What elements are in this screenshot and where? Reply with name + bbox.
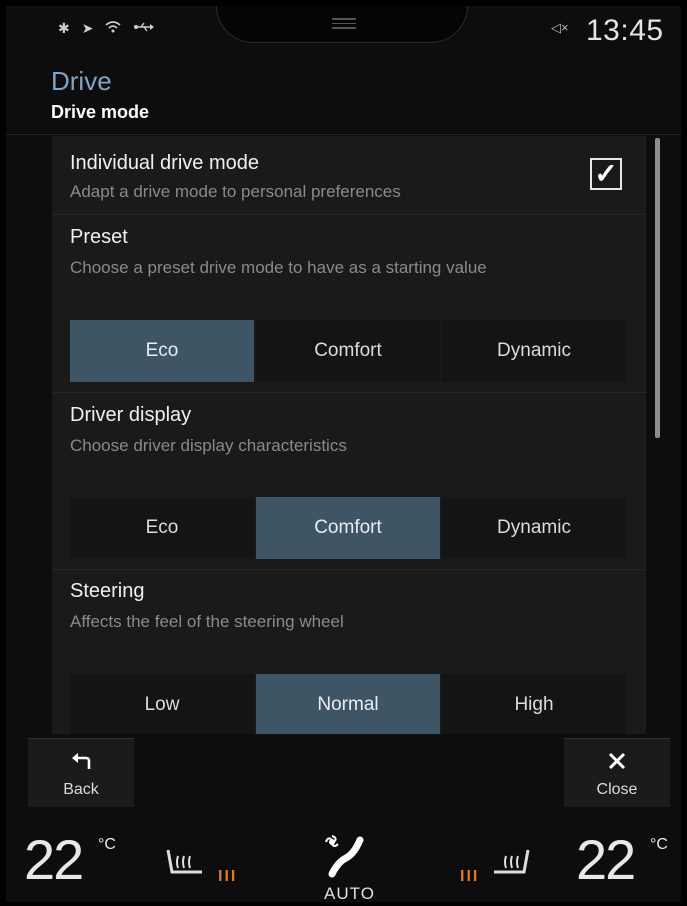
right-temperature-unit: °C <box>650 836 668 853</box>
right-temperature[interactable]: 22 <box>576 832 636 888</box>
drag-handle-icon <box>332 18 356 29</box>
preset-description: Choose a preset drive mode to have as a … <box>70 258 487 277</box>
steering-description: Affects the feel of the steering wheel <box>70 612 344 631</box>
header-divider <box>6 134 681 135</box>
status-icons: ✱ ➤ <box>58 20 155 37</box>
divider <box>52 214 646 215</box>
driver-display-option-comfort[interactable]: Comfort <box>256 497 440 559</box>
divider <box>52 569 646 570</box>
climate-bar: 22 °C III AUTO III 22 °C <box>6 812 681 903</box>
row-title: Individual drive mode <box>70 152 259 174</box>
preset-option-comfort[interactable]: Comfort <box>256 320 440 382</box>
left-seat-heater-icon[interactable] <box>162 846 210 885</box>
right-seat-heater-icon[interactable] <box>486 846 534 885</box>
right-seat-heat-level: III <box>460 868 480 885</box>
steering-selector: Low Normal High <box>70 674 626 734</box>
back-label: Back <box>63 781 99 798</box>
back-button[interactable]: Back <box>28 738 134 807</box>
individual-drive-mode-checkbox[interactable]: ✓ <box>590 158 622 190</box>
divider <box>52 392 646 393</box>
usb-icon <box>133 20 155 37</box>
close-icon <box>564 749 670 775</box>
preset-option-eco[interactable]: Eco <box>70 320 254 382</box>
page-subtitle: Drive mode <box>51 102 150 122</box>
speaker-mute-icon: ◁× <box>551 20 569 35</box>
close-label: Close <box>596 781 638 798</box>
driver-display-option-eco[interactable]: Eco <box>70 497 254 559</box>
clock: 13:45 <box>586 14 664 47</box>
driver-display-option-dynamic[interactable]: Dynamic <box>442 497 626 559</box>
infotainment-screen: ✱ ➤ ◁× 13:45 Drive Drive mode Individual… <box>6 6 681 902</box>
back-arrow-icon <box>28 749 134 775</box>
driver-display-title: Driver display <box>70 404 192 426</box>
wifi-icon <box>105 20 121 37</box>
steering-option-normal[interactable]: Normal <box>256 674 440 734</box>
left-seat-heat-level: III <box>218 868 238 885</box>
bluetooth-icon: ✱ <box>58 20 70 36</box>
row-description: Adapt a drive mode to personal preferenc… <box>70 182 401 201</box>
fan-icon[interactable] <box>324 834 364 887</box>
location-icon: ➤ <box>81 20 94 36</box>
left-temperature-unit: °C <box>98 836 116 853</box>
preset-selector: Eco Comfort Dynamic <box>70 320 626 382</box>
page-title: Drive <box>51 66 112 96</box>
steering-option-low[interactable]: Low <box>70 674 254 734</box>
steering-title: Steering <box>70 580 145 602</box>
scrollbar-thumb[interactable] <box>655 138 660 438</box>
steering-option-high[interactable]: High <box>442 674 626 734</box>
driver-display-selector: Eco Comfort Dynamic <box>70 497 626 559</box>
left-temperature[interactable]: 22 <box>24 832 84 888</box>
preset-title: Preset <box>70 226 128 248</box>
status-bar: ✱ ➤ ◁× 13:45 <box>6 6 681 54</box>
close-button[interactable]: Close <box>564 738 670 807</box>
preset-option-dynamic[interactable]: Dynamic <box>442 320 626 382</box>
fan-auto-label: AUTO <box>324 884 375 902</box>
top-pull-down-tab[interactable] <box>216 6 468 43</box>
driver-display-description: Choose driver display characteristics <box>70 436 347 455</box>
settings-list: Individual drive mode Adapt a drive mode… <box>52 136 646 734</box>
